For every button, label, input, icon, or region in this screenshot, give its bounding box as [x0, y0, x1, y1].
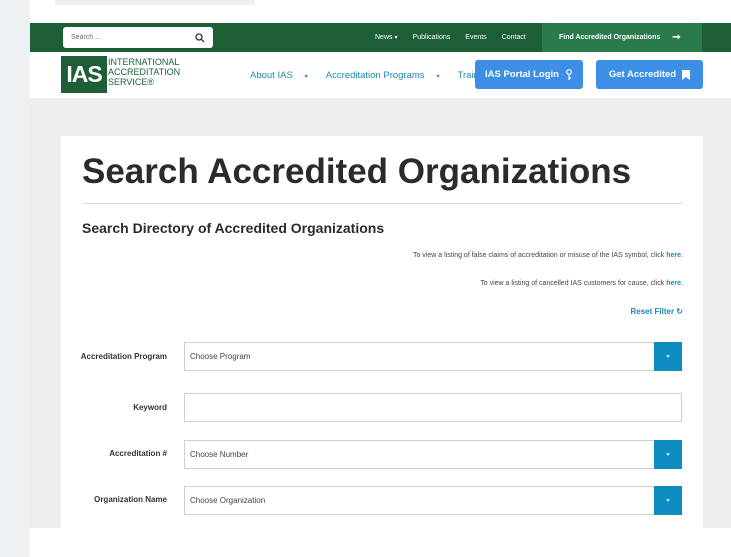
false-claims-note: To view a listing of false claims of acc… — [412, 252, 683, 259]
nav-item-programs[interactable]: Accreditation Programs ▾ — [326, 70, 449, 81]
find-accredited-button[interactable]: Find Accredited Organizations ➞ — [542, 23, 702, 52]
program-dropdown-toggle[interactable]: ▾ — [654, 342, 682, 371]
top-navigation-bar: Search ... News ▾ Publications Events Con… — [30, 23, 731, 52]
logo-wordmark: International Accreditation Service® — [108, 57, 180, 87]
caret-down-icon: ▾ — [304, 73, 308, 80]
accreditation-number-value: Choose Number — [190, 450, 249, 459]
logo-line-1: International — [108, 57, 180, 67]
nav-item-about-label: About IAS — [250, 69, 293, 81]
accreditation-number-dropdown-toggle[interactable]: ▾ — [654, 440, 682, 469]
top-link-news-label: News — [375, 34, 393, 41]
nav-item-about[interactable]: About IAS ▾ — [250, 70, 317, 81]
keyword-label: Keyword — [133, 403, 167, 412]
search-input[interactable]: Search ... — [63, 27, 213, 48]
accreditation-number-label: Accreditation # — [109, 449, 167, 458]
search-icon[interactable] — [195, 32, 205, 43]
top-link-contact[interactable]: Contact — [502, 34, 526, 41]
cancelled-customers-text: To view a listing of cancelled IAS custo… — [480, 280, 665, 287]
reset-filter-label: Reset Filter — [630, 307, 675, 316]
main-content: Search Accredited Organizations Search D… — [30, 98, 731, 528]
left-sidebar-strip — [0, 0, 30, 557]
program-select[interactable]: Choose Program ▾ — [184, 342, 682, 371]
reset-filter-link[interactable]: Reset Filter ↻ — [630, 307, 683, 316]
title-divider — [82, 203, 683, 204]
top-browser-strip — [55, 0, 255, 5]
organization-name-value: Choose Organization — [190, 496, 266, 505]
program-label: Accreditation Program — [80, 352, 167, 361]
program-select-value: Choose Program — [190, 352, 251, 361]
caret-down-icon: ▾ — [666, 354, 670, 360]
site-header: IAS International Accreditation Service®… — [30, 52, 731, 98]
false-claims-link[interactable]: here — [666, 252, 681, 259]
top-link-events[interactable]: Events — [465, 34, 486, 41]
top-link-publications[interactable]: Publications — [413, 34, 451, 41]
organization-name-label: Organization Name — [94, 495, 167, 504]
organization-name-select[interactable]: Choose Organization ▾ — [184, 486, 682, 515]
search-placeholder: Search ... — [71, 34, 101, 41]
page-title: Search Accredited Organizations — [82, 152, 632, 191]
get-accredited-label: Get Accredited — [608, 69, 677, 80]
bookmark-icon — [682, 69, 691, 80]
section-title: Search Directory of Accredited Organizat… — [82, 220, 385, 236]
false-claims-text: To view a listing of false claims of acc… — [412, 252, 665, 259]
organization-name-dropdown-toggle[interactable]: ▾ — [654, 486, 682, 515]
logo-line-2: Accreditation — [108, 67, 181, 77]
keyword-input[interactable] — [184, 393, 682, 422]
nav-item-programs-label: Accreditation Programs — [325, 69, 425, 81]
accreditation-number-select[interactable]: Choose Number ▾ — [184, 440, 682, 469]
caret-down-icon: ▾ — [394, 35, 398, 41]
find-accredited-label: Find Accredited Organizations — [559, 34, 661, 41]
arrow-right-icon: ➞ — [672, 32, 681, 43]
logo-line-3: Service® — [108, 77, 154, 87]
get-accredited-button[interactable]: Get Accredited — [596, 60, 703, 89]
refresh-icon: ↻ — [676, 307, 683, 316]
caret-down-icon: ▾ — [436, 73, 440, 80]
logo-mark[interactable]: IAS — [61, 56, 107, 93]
cancelled-customers-note: To view a listing of cancelled IAS custo… — [480, 280, 683, 287]
portal-login-button[interactable]: IAS Portal Login — [475, 60, 583, 89]
cancelled-customers-link[interactable]: here — [666, 280, 681, 287]
portal-login-label: IAS Portal Login — [485, 69, 559, 80]
search-card: Search Accredited Organizations Search D… — [61, 136, 703, 528]
caret-down-icon: ▾ — [666, 452, 670, 458]
top-link-news[interactable]: News ▾ — [360, 34, 398, 41]
top-links: News ▾ Publications Events Contact — [345, 23, 526, 52]
caret-down-icon: ▾ — [666, 498, 670, 504]
key-icon — [566, 68, 572, 80]
